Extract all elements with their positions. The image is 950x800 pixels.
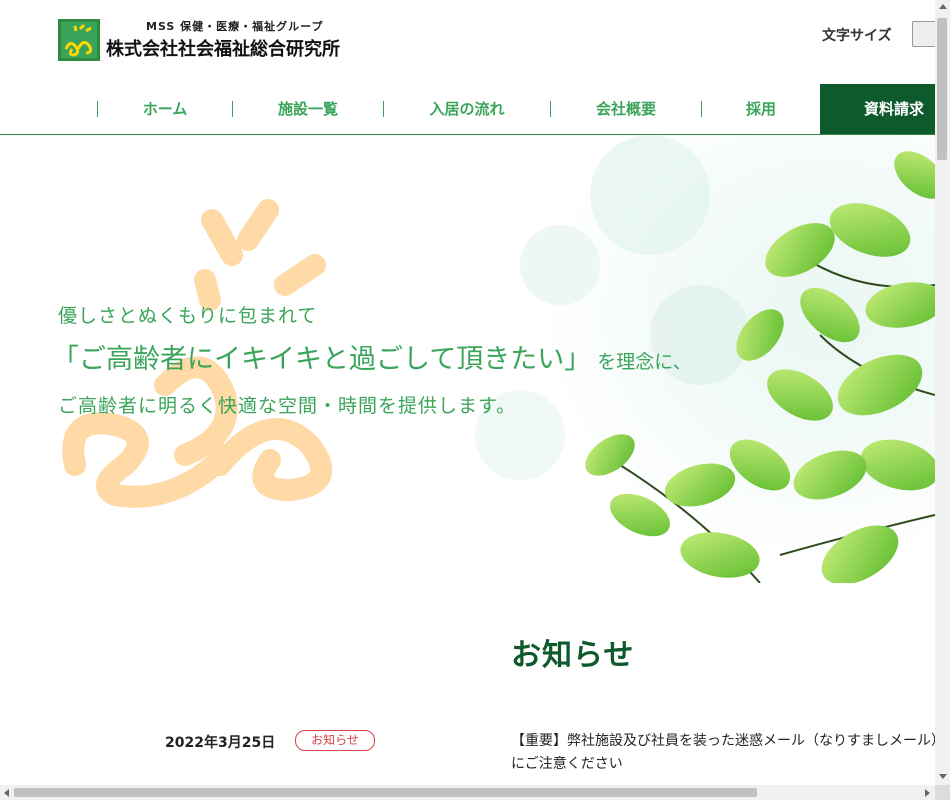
logo-mark-icon: [58, 18, 100, 61]
request-materials-button[interactable]: 資料請求: [820, 84, 935, 134]
company-logo[interactable]: MSS 保健・医療・福祉グループ 株式会社社会福祉総合研究所: [58, 18, 340, 61]
hero-philosophy: 「ご高齢者にイキイキと過ごして頂きたい」 を理念に、: [52, 337, 692, 376]
hero-philosophy-quote: 「ご高齢者にイキイキと過ごして頂きたい」: [52, 344, 592, 375]
nav-item-home[interactable]: ホーム: [98, 84, 232, 134]
global-nav: ホーム 施設一覧 入居の流れ 会社概要 採用 資料請求: [0, 84, 935, 135]
text-size-button[interactable]: [912, 21, 935, 47]
scrollbar-corner: [935, 785, 950, 800]
scroll-right-arrow-icon[interactable]: [925, 789, 930, 797]
logo-subtitle: MSS 保健・医療・福祉グループ: [146, 20, 324, 33]
news-item-category-badge: お知らせ: [295, 730, 375, 751]
nav-item-company[interactable]: 会社概要: [551, 84, 701, 134]
scroll-up-arrow-icon[interactable]: [939, 4, 947, 9]
scroll-left-arrow-icon[interactable]: [4, 789, 9, 797]
nav-item-admission-flow[interactable]: 入居の流れ: [384, 84, 550, 134]
page-viewport: MSS 保健・医療・福祉グループ 株式会社社会福祉総合研究所 文字サイズ ホーム…: [0, 0, 935, 785]
hero-philosophy-suffix: を理念に、: [597, 351, 692, 373]
vertical-scrollbar[interactable]: [935, 0, 950, 785]
hero-tagline: 優しさとぬくもりに包まれて: [58, 305, 318, 327]
news-item-link[interactable]: 【重要】弊社施設及び社員を装った迷惑メール（なりすましメール）にご注意ください: [511, 730, 935, 776]
news-item-date: 2022年3月25日: [165, 735, 276, 751]
logo-company-name: 株式会社社会福祉総合研究所: [106, 39, 340, 60]
nav-item-recruit[interactable]: 採用: [702, 84, 820, 134]
vertical-scrollbar-thumb[interactable]: [937, 18, 947, 160]
news-section-title: お知らせ: [511, 638, 635, 673]
hero-mission: ご高齢者に明るく快適な空間・時間を提供します。: [58, 395, 517, 417]
horizontal-scrollbar-thumb[interactable]: [14, 788, 757, 797]
request-materials-label: 資料請求: [864, 100, 925, 118]
text-size-label: 文字サイズ: [822, 28, 892, 44]
hero-banner: 優しさとぬくもりに包まれて 「ご高齢者にイキイキと過ごして頂きたい」 を理念に、 …: [0, 135, 935, 583]
horizontal-scrollbar[interactable]: [0, 785, 935, 800]
scroll-down-arrow-icon[interactable]: [939, 774, 947, 779]
nav-item-facilities[interactable]: 施設一覧: [233, 84, 383, 134]
